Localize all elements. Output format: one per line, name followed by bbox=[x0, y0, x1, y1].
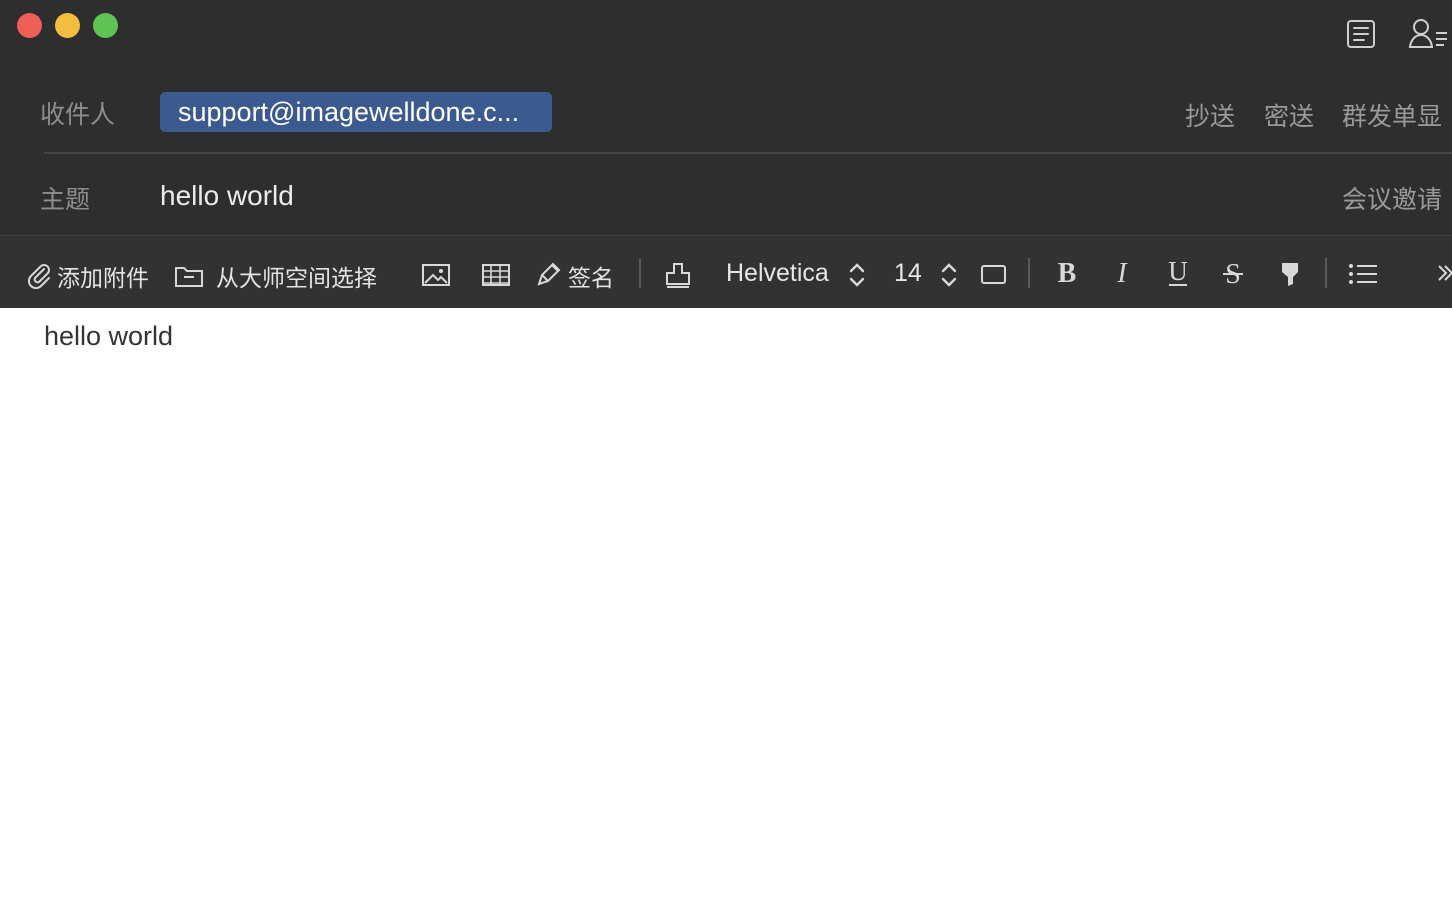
cc-link[interactable]: 抄送 bbox=[1185, 97, 1235, 133]
field-divider bbox=[44, 152, 1452, 154]
bcc-link[interactable]: 密送 bbox=[1264, 97, 1314, 133]
text-box-icon[interactable] bbox=[980, 263, 1008, 287]
size-stepper-icon[interactable] bbox=[939, 260, 959, 290]
attach-file-button[interactable]: 添加附件 bbox=[57, 259, 149, 293]
svg-text:I: I bbox=[1116, 258, 1128, 288]
minimize-window-button[interactable] bbox=[55, 13, 80, 38]
pencil-icon[interactable] bbox=[534, 261, 562, 289]
highlight-icon[interactable] bbox=[1278, 260, 1302, 288]
separate-send-link[interactable]: 群发单显 bbox=[1342, 97, 1442, 133]
italic-icon[interactable]: I bbox=[1109, 258, 1135, 288]
close-window-button[interactable] bbox=[17, 13, 42, 38]
underline-icon[interactable]: U bbox=[1165, 258, 1191, 288]
list-icon[interactable] bbox=[1347, 260, 1381, 288]
choose-from-space-button[interactable]: 从大师空间选择 bbox=[216, 259, 377, 293]
compose-window: 收件人 support@imagewelldone.c... 抄送 密送 群发单… bbox=[0, 0, 1452, 912]
formatting-toolbar: 添加附件 从大师空间选择 签名 Helvetica 14 B I U S bbox=[0, 235, 1452, 308]
subject-field-label: 主题 bbox=[40, 185, 91, 214]
table-icon[interactable] bbox=[480, 261, 512, 289]
font-stepper-icon[interactable] bbox=[847, 260, 867, 290]
compose-header: 收件人 support@imagewelldone.c... 抄送 密送 群发单… bbox=[0, 0, 1452, 235]
strikethrough-icon[interactable]: S bbox=[1220, 258, 1246, 288]
font-size-select[interactable]: 14 bbox=[894, 259, 922, 288]
folder-icon[interactable] bbox=[173, 261, 205, 289]
paperclip-icon[interactable] bbox=[25, 261, 53, 289]
svg-text:U: U bbox=[1168, 258, 1188, 286]
more-icon[interactable] bbox=[1436, 261, 1452, 285]
subject-input[interactable]: hello world bbox=[160, 180, 294, 212]
maximize-window-button[interactable] bbox=[93, 13, 118, 38]
svg-text:B: B bbox=[1058, 258, 1077, 288]
meeting-invite-link[interactable]: 会议邀请 bbox=[1342, 180, 1442, 216]
toolbar-separator bbox=[639, 258, 641, 288]
signature-button[interactable]: 签名 bbox=[568, 259, 614, 293]
recipient-chip[interactable]: support@imagewelldone.c... bbox=[160, 92, 552, 132]
font-family-select[interactable]: Helvetica bbox=[726, 259, 829, 288]
bold-icon[interactable]: B bbox=[1054, 258, 1080, 288]
email-body[interactable]: hello world bbox=[44, 321, 173, 352]
toolbar-separator bbox=[1028, 258, 1030, 288]
image-icon[interactable] bbox=[420, 261, 452, 289]
contacts-icon[interactable] bbox=[1406, 16, 1450, 52]
toolbar-separator bbox=[1325, 258, 1327, 288]
to-field-label: 收件人 bbox=[40, 100, 116, 129]
stamp-icon[interactable] bbox=[662, 260, 694, 290]
address-book-icon[interactable] bbox=[1344, 16, 1380, 52]
